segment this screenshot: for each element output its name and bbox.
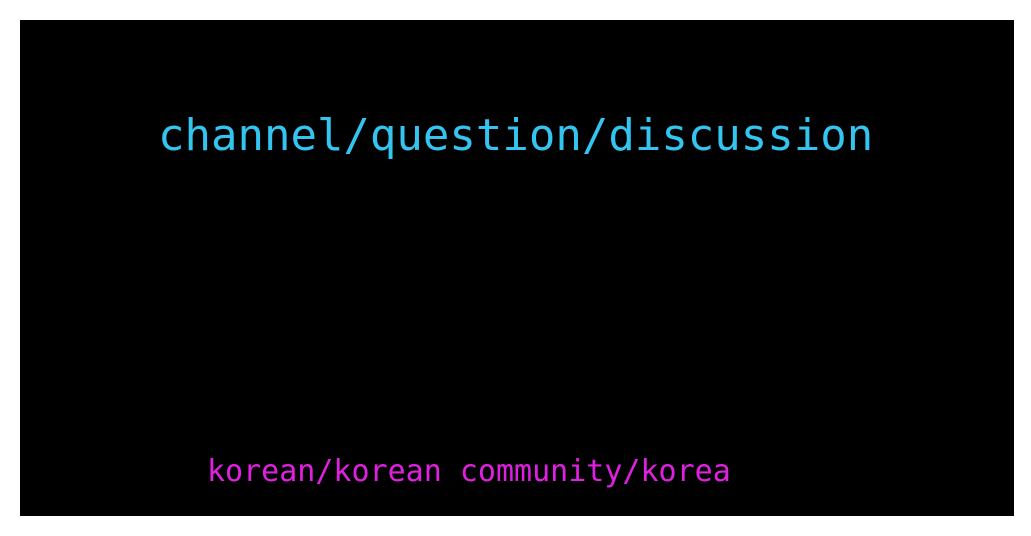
tags-text: korean/korean community/korea xyxy=(207,454,731,489)
headline-text: channel/question/discussion xyxy=(158,110,874,161)
black-panel: channel/question/discussion korean/korea… xyxy=(20,20,1014,516)
page: channel/question/discussion korean/korea… xyxy=(0,0,1031,536)
